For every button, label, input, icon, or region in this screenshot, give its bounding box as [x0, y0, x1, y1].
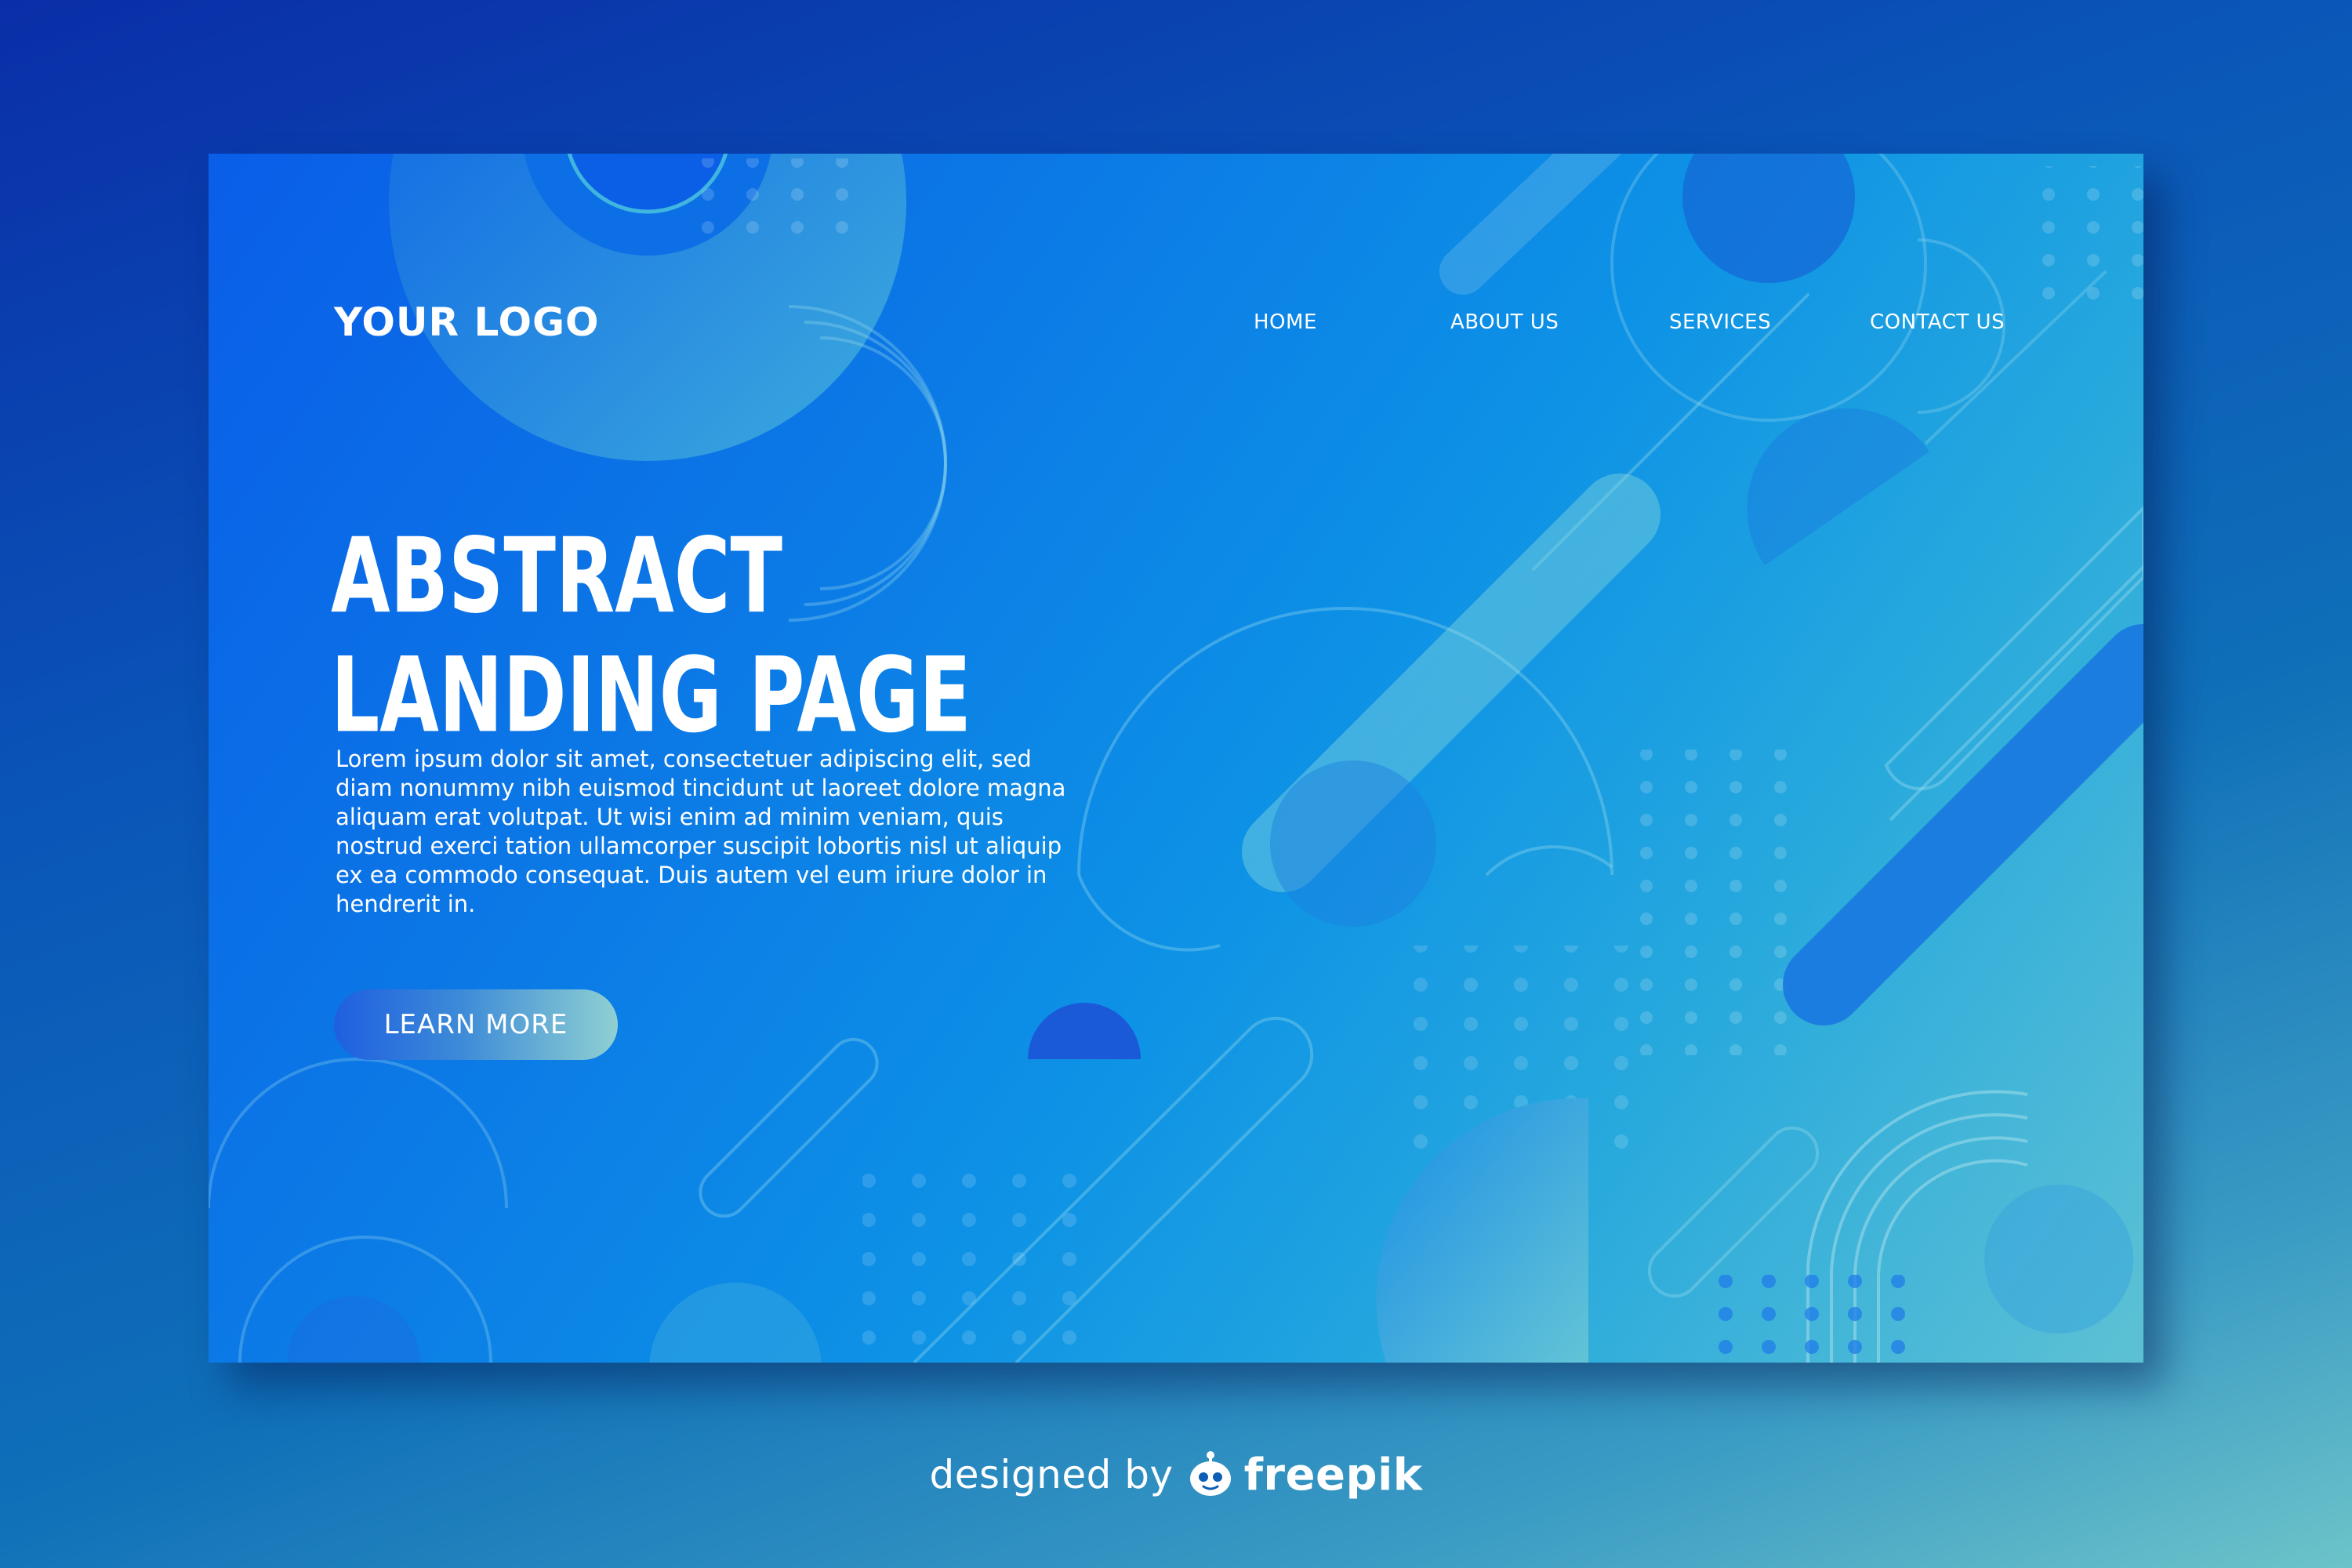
attribution-footer: designed by freepik	[0, 1439, 2352, 1510]
hero-title: ABSTRACT LANDING PAGE	[331, 516, 971, 755]
designed-by-text: designed by	[929, 1452, 1174, 1497]
landing-page-card: YOUR LOGO HOME ABOUT US SERVICES CONTACT…	[209, 154, 2143, 1363]
nav-services[interactable]: SERVICES	[1669, 310, 1771, 334]
hero-title-line1: ABSTRACT	[331, 514, 783, 637]
nav-about-us[interactable]: ABOUT US	[1450, 310, 1559, 334]
hero-title-line2: LANDING PAGE	[331, 634, 971, 756]
hero-description: Lorem ipsum dolor sit amet, consectetuer…	[336, 746, 1066, 917]
site-logo[interactable]: YOUR LOGO	[334, 299, 600, 345]
freepik-brand[interactable]: freepik	[1244, 1450, 1423, 1501]
nav-contact-us[interactable]: CONTACT US	[1870, 310, 2005, 334]
learn-more-button[interactable]: LEARN MORE	[334, 989, 618, 1060]
freepik-mascot-icon	[1189, 1451, 1231, 1496]
nav-home[interactable]: HOME	[1254, 310, 1317, 334]
